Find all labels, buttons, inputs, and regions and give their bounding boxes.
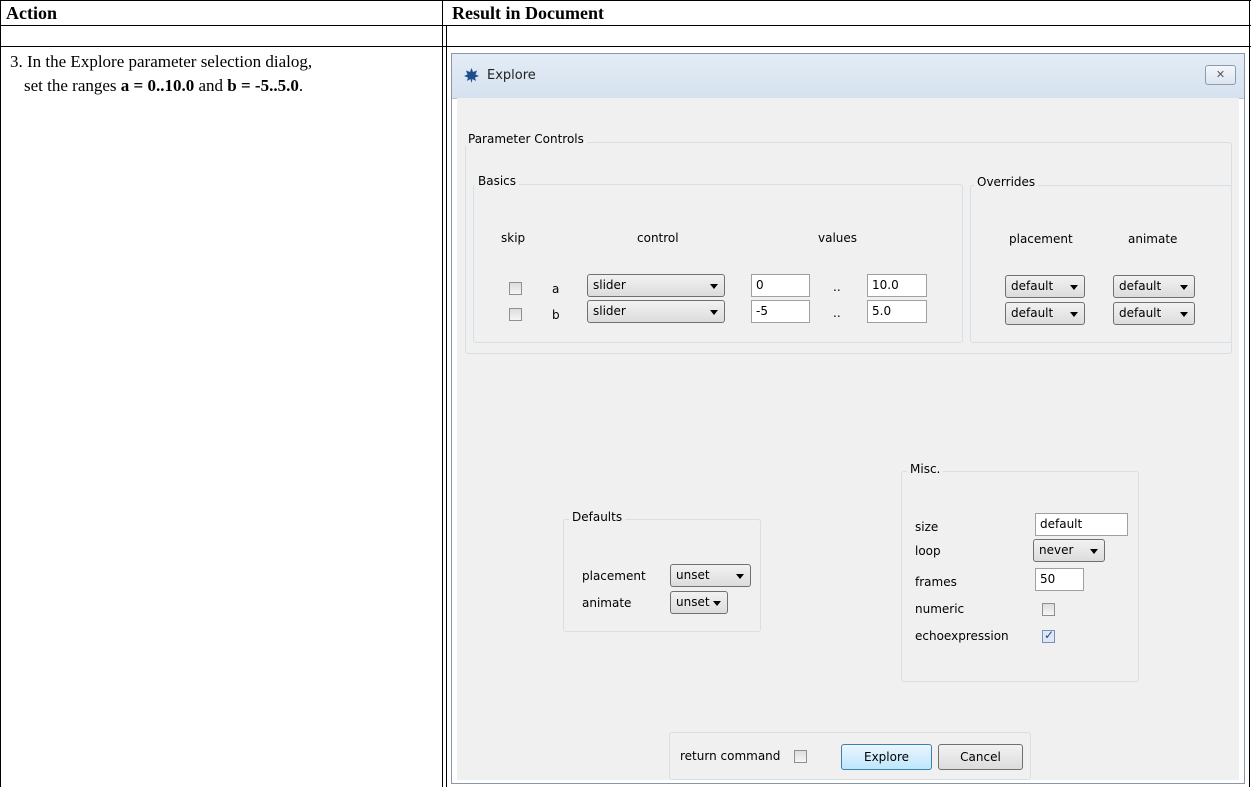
basics-label: Basics <box>475 174 520 188</box>
step-text-line1: In the Explore parameter selection dialo… <box>27 52 313 71</box>
explore-dialog: Explore ✕ Parameter Controls Basics skip… <box>451 53 1245 784</box>
overrides-label: Overrides <box>974 175 1039 189</box>
defaults-label: Defaults <box>569 510 626 524</box>
chevron-down-icon <box>736 574 744 579</box>
chevron-down-icon <box>1090 549 1098 554</box>
misc-echo-label: echoexpression <box>915 629 1009 643</box>
chevron-down-icon <box>710 284 718 289</box>
skip-b-checkbox[interactable] <box>509 308 522 321</box>
param-b-label: b <box>552 308 560 322</box>
return-command-label: return command <box>680 749 781 763</box>
override-placement-a-value: default <box>1011 279 1054 293</box>
misc-numeric-label: numeric <box>915 602 965 616</box>
override-animate-b-value: default <box>1119 306 1162 320</box>
control-a-value: slider <box>593 278 626 292</box>
table-col-divider <box>442 0 443 787</box>
table-row-divider <box>0 46 1251 47</box>
table-top-border <box>0 0 1251 1</box>
defaults-animate-value: unset <box>676 595 710 609</box>
step-end: . <box>298 76 304 95</box>
maple-leaf-icon <box>464 68 479 83</box>
table-col-divider-inner <box>446 26 447 787</box>
header-result: Result in Document <box>452 3 604 23</box>
control-a-select[interactable]: slider <box>587 274 725 297</box>
chevron-down-icon <box>1070 312 1078 317</box>
control-b-value: slider <box>593 304 626 318</box>
b-to-field[interactable]: 5.0 <box>867 300 927 323</box>
misc-size-label: size <box>915 520 939 534</box>
table-left-border <box>0 0 1 787</box>
step-number: 3. <box>10 52 23 71</box>
defaults-animate-label: animate <box>582 596 632 610</box>
misc-size-field[interactable]: default <box>1035 513 1128 536</box>
dialog-titlebar[interactable]: Explore ✕ <box>452 54 1244 99</box>
col-values-label: values <box>818 231 858 245</box>
return-command-checkbox[interactable] <box>794 750 807 763</box>
misc-frames-label: frames <box>915 575 957 589</box>
col-animate-label: animate <box>1128 232 1178 246</box>
chevron-down-icon <box>710 310 718 315</box>
override-placement-b-select[interactable]: default <box>1005 302 1085 325</box>
close-icon: ✕ <box>1215 68 1226 81</box>
dialog-title: Explore <box>487 68 536 83</box>
chevron-down-icon <box>1180 312 1188 317</box>
misc-echo-checkbox[interactable]: ✓ <box>1042 628 1055 643</box>
control-b-select[interactable]: slider <box>587 300 725 323</box>
step-instruction: 3. In the Explore parameter selection di… <box>10 50 312 98</box>
override-animate-b-select[interactable]: default <box>1113 302 1195 325</box>
header-action: Action <box>6 3 57 23</box>
b-range-dots: .. <box>833 306 841 320</box>
table-header-divider <box>0 25 1251 26</box>
defaults-placement-select[interactable]: unset <box>670 564 751 587</box>
defaults-placement-value: unset <box>676 568 710 582</box>
misc-loop-select[interactable]: never <box>1033 539 1105 562</box>
override-animate-a-value: default <box>1119 279 1162 293</box>
parameter-controls-label: Parameter Controls <box>465 132 587 146</box>
misc-loop-value: never <box>1039 543 1074 557</box>
param-a-label: a <box>552 282 560 296</box>
chevron-down-icon <box>1070 285 1078 290</box>
misc-frames-field[interactable]: 50 <box>1035 568 1084 591</box>
misc-label: Misc. <box>907 462 944 476</box>
misc-numeric-checkbox[interactable] <box>1042 603 1055 616</box>
defaults-placement-label: placement <box>582 569 646 583</box>
b-from-field[interactable]: -5 <box>751 300 810 323</box>
cancel-button[interactable]: Cancel <box>938 744 1023 770</box>
a-from-field[interactable]: 0 <box>751 274 810 297</box>
chevron-down-icon <box>1180 285 1188 290</box>
dialog-content: Parameter Controls Basics skip control v… <box>457 98 1239 780</box>
step-and: and <box>194 76 228 95</box>
table-right-border <box>1249 0 1250 787</box>
override-placement-b-value: default <box>1011 306 1054 320</box>
a-range-dots: .. <box>833 280 841 294</box>
override-animate-a-select[interactable]: default <box>1113 275 1195 298</box>
a-to-field[interactable]: 10.0 <box>867 274 927 297</box>
checkmark-icon: ✓ <box>1044 628 1055 642</box>
misc-loop-label: loop <box>915 544 941 558</box>
explore-button[interactable]: Explore <box>841 744 932 770</box>
defaults-animate-select[interactable]: unset <box>670 591 728 614</box>
step-range-b: b = -5..5.0 <box>227 76 299 95</box>
col-placement-label: placement <box>1009 232 1073 246</box>
col-control-label: control <box>637 231 679 245</box>
document-page: Action Result in Document 3. In the Expl… <box>0 0 1251 787</box>
col-skip-label: skip <box>501 231 526 245</box>
step-text-line2: set the ranges <box>24 76 121 95</box>
chevron-down-icon <box>713 601 721 606</box>
step-range-a: a = 0..10.0 <box>120 76 195 95</box>
override-placement-a-select[interactable]: default <box>1005 275 1085 298</box>
skip-a-checkbox[interactable] <box>509 282 522 295</box>
close-button[interactable]: ✕ <box>1205 65 1236 85</box>
